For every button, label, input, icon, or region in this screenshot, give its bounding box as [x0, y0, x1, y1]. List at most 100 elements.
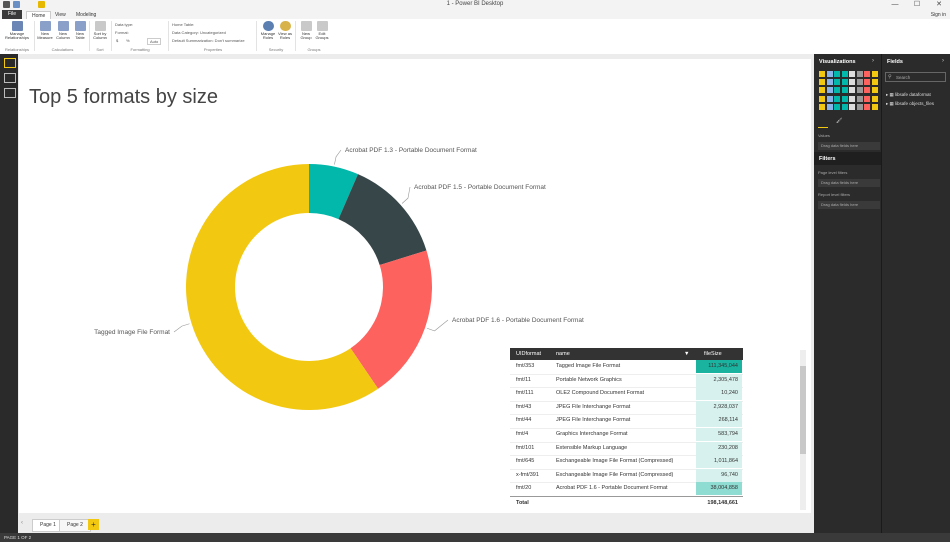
- column-header-name[interactable]: name: [556, 351, 570, 357]
- page-tab-2[interactable]: Page 2: [59, 519, 91, 532]
- leader-line: [173, 323, 190, 333]
- fields-pane: Fields ›: [881, 54, 950, 533]
- visual-type-icon[interactable]: [826, 87, 833, 94]
- visual-type-icon[interactable]: [849, 71, 855, 77]
- cell-uidformat: fmt/645: [516, 458, 535, 465]
- table-row[interactable]: fmt/11 Portable Network Graphics 2,305,478: [510, 373, 743, 389]
- visual-type-icon[interactable]: [871, 87, 878, 94]
- field-table-dataformat[interactable]: ▸ ▦ libsafe dataformat: [886, 92, 931, 98]
- visual-type-icon[interactable]: [849, 103, 855, 110]
- visual-type-icon[interactable]: [834, 71, 840, 77]
- column-header-uidformat[interactable]: UIDformat: [516, 351, 541, 357]
- visual-type-icon[interactable]: [834, 79, 840, 86]
- table-row[interactable]: fmt/111 OLE2 Compound Document Format 10,2…: [510, 387, 743, 402]
- visual-type-icon[interactable]: [856, 95, 863, 102]
- collapse-pane-icon[interactable]: ›: [872, 58, 874, 64]
- visual-type-icon[interactable]: [826, 79, 833, 86]
- sort-desc-icon[interactable]: ▼: [684, 351, 689, 357]
- cell-filesize: 1,011,864: [696, 455, 742, 469]
- visual-type-icon[interactable]: [819, 103, 825, 110]
- visual-type-icon[interactable]: [856, 79, 863, 86]
- visual-type-icon[interactable]: [864, 79, 870, 86]
- donut-chart[interactable]: Acrobat PDF 1.3 - Portable Document Form…: [0, 0, 950, 542]
- table-row[interactable]: fmt/44 JPEG File Interchange Format 268,11…: [510, 414, 743, 429]
- visualizations-title: Visualizations: [819, 59, 856, 65]
- values-label: Values: [818, 133, 830, 138]
- visual-type-icon[interactable]: [871, 79, 878, 86]
- visualizations-pane: Visualizations › 🖌: [814, 54, 881, 533]
- cell-filesize: 96,740: [696, 468, 742, 482]
- leader-line: [401, 186, 411, 204]
- filters-header: Filters: [814, 152, 881, 165]
- table-row[interactable]: fmt/101 Extensible Markup Language 230,208: [510, 441, 743, 457]
- visual-type-icon[interactable]: [841, 71, 848, 77]
- total-row: Total 198,148,661: [510, 496, 743, 509]
- visual-type-icon[interactable]: [826, 71, 833, 77]
- table-header: UIDformat name ▼ fileSize: [510, 348, 743, 360]
- column-header-filesize[interactable]: fileSize: [704, 351, 722, 357]
- table-row[interactable]: fmt/43 JPEG File Interchange Format 2,928,…: [510, 400, 743, 416]
- visual-type-icon[interactable]: [856, 87, 863, 94]
- visual-type-icon[interactable]: [819, 71, 825, 77]
- visual-type-icon[interactable]: [871, 95, 878, 102]
- visual-type-icon[interactable]: [841, 103, 848, 110]
- fields-search-input[interactable]: Search: [885, 72, 946, 82]
- prev-page-icon[interactable]: ‹: [21, 520, 23, 526]
- filters-title: Filters: [819, 156, 836, 162]
- visual-type-icon[interactable]: [819, 79, 825, 86]
- visual-type-icon[interactable]: [834, 95, 840, 102]
- cell-name: JPEG File Interchange Format: [556, 403, 631, 410]
- total-label: Total: [516, 500, 529, 506]
- visual-type-icon[interactable]: [864, 103, 870, 110]
- visual-type-icon[interactable]: [871, 103, 878, 110]
- page-indicator: PAGE 1 OF 2: [4, 535, 32, 540]
- page-filters-label: Page level filters: [818, 170, 848, 175]
- visual-type-icon[interactable]: [864, 95, 870, 102]
- visual-type-icon[interactable]: [834, 103, 840, 110]
- cell-filesize: 2,928,037: [696, 400, 742, 414]
- visual-type-icon[interactable]: [856, 103, 863, 110]
- cell-name: Graphics Interchange Format: [556, 431, 628, 437]
- fields-tab-icon[interactable]: [818, 118, 828, 128]
- data-table[interactable]: UIDformat name ▼ fileSize fmt/353 Tagged …: [510, 348, 743, 511]
- format-paint-icon[interactable]: 🖌: [836, 118, 844, 126]
- visual-type-icon[interactable]: [819, 87, 825, 94]
- table-row[interactable]: x-fmt/391 Exchangeable Image File Format …: [510, 468, 743, 484]
- cell-name: OLE2 Compound Document Format: [556, 390, 645, 397]
- visual-type-icon[interactable]: [841, 79, 848, 86]
- cell-filesize: 2,305,478: [696, 373, 742, 387]
- cell-uidformat: fmt/111: [516, 390, 534, 397]
- cell-name: JPEG File Interchange Format: [556, 417, 631, 424]
- visual-type-icon[interactable]: [841, 87, 848, 94]
- visual-type-icon[interactable]: [856, 71, 863, 77]
- visual-type-icon[interactable]: [849, 79, 855, 86]
- table-row[interactable]: fmt/353 Tagged Image File Format 111,345,0…: [510, 360, 743, 375]
- visual-type-icon[interactable]: [864, 87, 870, 94]
- visual-type-icon[interactable]: [834, 87, 840, 94]
- visual-type-icon[interactable]: [871, 71, 878, 77]
- cell-name: Portable Network Graphics: [556, 376, 622, 383]
- collapse-fields-icon[interactable]: ›: [942, 58, 944, 64]
- table-row[interactable]: fmt/4 Graphics Interchange Format 583,794: [510, 428, 743, 443]
- visual-type-icon[interactable]: [826, 103, 833, 110]
- report-filters-well[interactable]: Drag data fields here: [818, 201, 880, 209]
- visual-type-icon[interactable]: [864, 71, 870, 77]
- table-scroll-thumb[interactable]: [800, 366, 806, 454]
- visual-type-icon[interactable]: [819, 95, 825, 102]
- visual-type-icon[interactable]: [841, 95, 848, 102]
- visual-type-icon[interactable]: [849, 87, 855, 94]
- values-well[interactable]: Drag data fields here: [818, 142, 880, 150]
- cell-name: Extensible Markup Language: [556, 444, 628, 451]
- table-row[interactable]: fmt/645 Exchangeable Image File Format (C…: [510, 455, 743, 470]
- add-page-button[interactable]: +: [88, 519, 99, 530]
- table-row[interactable]: fmt/20 Acrobat PDF 1.6 - Portable Documen…: [510, 482, 743, 497]
- visual-type-icon[interactable]: [826, 95, 833, 102]
- visual-type-icon[interactable]: [849, 95, 855, 102]
- field-table-objects[interactable]: ▸ ▦ libsafe objects_files: [886, 101, 934, 107]
- leader-line: [334, 149, 342, 165]
- cell-uidformat: fmt/44: [516, 417, 532, 424]
- cell-uidformat: fmt/11: [516, 376, 531, 383]
- status-bar: PAGE 1 OF 2: [0, 533, 950, 542]
- cell-filesize: 38,004,858: [696, 482, 742, 496]
- page-filters-well[interactable]: Drag data fields here: [818, 179, 880, 187]
